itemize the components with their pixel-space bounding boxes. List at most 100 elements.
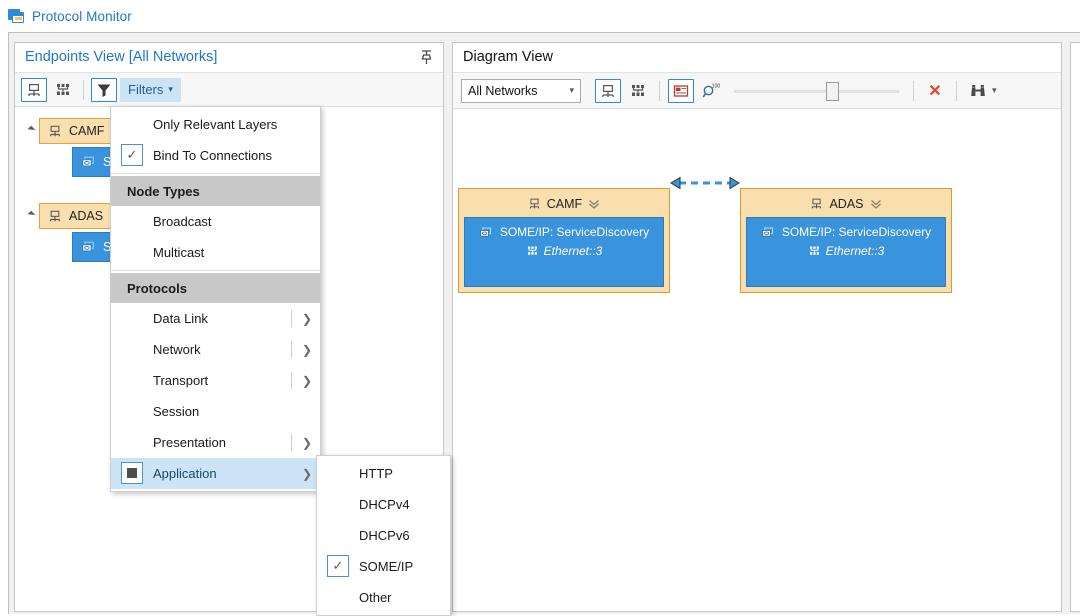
menu-item-application[interactable]: Application ❯ bbox=[111, 458, 320, 489]
filters-menu[interactable]: Only Relevant Layers ✓ Bind To Connectio… bbox=[110, 106, 321, 492]
diagram-node-title: ADAS bbox=[829, 196, 864, 211]
zoom-slider-thumb[interactable] bbox=[826, 81, 839, 101]
diagram-node-interface-row: Ethernet::3 bbox=[526, 244, 602, 258]
chevron-right-icon[interactable]: ❯ bbox=[302, 334, 312, 365]
diagram-toolbar: All Networks ▾ 100 ✕ ▾ bbox=[453, 72, 1061, 109]
application-submenu[interactable]: HTTP DHCPv4 DHCPv6 ✓ SOME/IP Other bbox=[316, 455, 451, 616]
menu-item-label: Bind To Connections bbox=[153, 148, 273, 163]
network-nodes-icon bbox=[57, 83, 69, 95]
network-nodes-icon bbox=[632, 84, 644, 96]
menu-item-label: Multicast bbox=[153, 245, 205, 260]
message-icon bbox=[82, 156, 94, 167]
menu-item-session[interactable]: Session bbox=[111, 396, 320, 427]
diagram-node-body: SOME/IP: ServiceDiscovery Ethernet::3 bbox=[464, 217, 664, 287]
partial-check-icon[interactable] bbox=[121, 462, 143, 484]
toolbar-separator bbox=[659, 80, 660, 101]
diagram-node-title: CAMF bbox=[546, 196, 583, 211]
menu-item-label: Only Relevant Layers bbox=[153, 117, 278, 132]
endpoint-node-button[interactable] bbox=[595, 78, 621, 103]
triangle-down-icon[interactable] bbox=[23, 118, 39, 144]
checkmark-icon[interactable]: ✓ bbox=[121, 144, 143, 166]
menu-item-only-relevant-layers[interactable]: Only Relevant Layers bbox=[111, 109, 320, 140]
diagram-node-camf[interactable]: CAMF SOME/IP: ServiceDiscovery Ethernet:… bbox=[458, 188, 670, 293]
diagram-node-adas[interactable]: ADAS SOME/IP: ServiceDiscovery Ethernet:… bbox=[740, 188, 952, 293]
submenu-item-http[interactable]: HTTP bbox=[317, 458, 450, 489]
chevron-right-icon[interactable]: ❯ bbox=[302, 365, 312, 396]
menu-item-label: Presentation bbox=[153, 435, 226, 450]
menu-item-presentation[interactable]: Presentation ❯ bbox=[111, 427, 320, 458]
network-nodes-icon bbox=[527, 246, 537, 255]
toolbar-separator bbox=[83, 79, 84, 100]
menu-item-label: DHCPv4 bbox=[359, 497, 410, 512]
zoom-slider-track bbox=[734, 89, 899, 93]
menu-section-node-types: Node Types bbox=[111, 176, 320, 206]
submenu-item-other[interactable]: Other bbox=[317, 582, 450, 613]
submenu-item-someip[interactable]: ✓ SOME/IP bbox=[317, 551, 450, 582]
menu-item-multicast[interactable]: Multicast bbox=[111, 237, 320, 268]
menu-item-network[interactable]: Network ❯ bbox=[111, 334, 320, 365]
endpoints-panel-title: Endpoints View [All Networks] bbox=[25, 49, 218, 65]
network-select-value: All Networks bbox=[468, 83, 538, 98]
funnel-icon bbox=[97, 84, 111, 97]
diagram-panel-title: Diagram View bbox=[463, 49, 553, 65]
menu-item-label: DHCPv6 bbox=[359, 528, 410, 543]
network-select[interactable]: All Networks ▾ bbox=[461, 78, 581, 103]
menu-item-data-link[interactable]: Data Link ❯ bbox=[111, 303, 320, 334]
double-chevron-down-icon bbox=[870, 199, 881, 209]
network-nodes-button[interactable] bbox=[625, 79, 651, 103]
network-nodes-button[interactable] bbox=[50, 78, 76, 102]
pin-icon[interactable] bbox=[420, 50, 433, 65]
message-icon bbox=[762, 227, 773, 237]
diagram-node-header: ADAS bbox=[746, 194, 946, 213]
find-button[interactable]: ▾ bbox=[965, 83, 1001, 99]
menu-item-divider bbox=[291, 372, 292, 389]
diagram-node-header: CAMF bbox=[464, 194, 664, 213]
endpoint-node-icon bbox=[28, 83, 40, 96]
message-icon bbox=[82, 241, 94, 252]
submenu-item-dhcpv4[interactable]: DHCPv4 bbox=[317, 489, 450, 520]
endpoints-panel-header: Endpoints View [All Networks] bbox=[15, 43, 443, 72]
menu-separator bbox=[111, 270, 320, 271]
menu-item-label: Session bbox=[153, 404, 200, 419]
clear-button[interactable]: ✕ bbox=[922, 81, 948, 101]
window-title: Protocol Monitor bbox=[32, 8, 132, 24]
chevron-right-icon[interactable]: ❯ bbox=[302, 427, 312, 458]
zoom-slider[interactable] bbox=[734, 81, 899, 101]
menu-item-divider bbox=[291, 341, 292, 358]
menu-item-divider bbox=[291, 434, 292, 451]
chevron-down-icon: ▾ bbox=[992, 85, 997, 95]
menu-item-label: Data Link bbox=[153, 311, 208, 326]
menu-item-label: Network bbox=[153, 342, 201, 357]
diagram-node-protocol: SOME/IP: ServiceDiscovery bbox=[781, 225, 932, 239]
endpoint-node-button[interactable] bbox=[21, 77, 47, 102]
filters-label: Filters bbox=[128, 82, 164, 97]
triangle-down-icon[interactable] bbox=[23, 203, 39, 229]
menu-item-transport[interactable]: Transport ❯ bbox=[111, 365, 320, 396]
filters-dropdown-button[interactable]: Filters ▾ bbox=[120, 77, 181, 102]
diagram-node-protocol-row: SOME/IP: ServiceDiscovery bbox=[761, 225, 931, 239]
diagram-node-body: SOME/IP: ServiceDiscovery Ethernet::3 bbox=[746, 217, 946, 287]
menu-item-broadcast[interactable]: Broadcast bbox=[111, 206, 320, 237]
filter-button[interactable] bbox=[91, 77, 117, 102]
submenu-item-dhcpv6[interactable]: DHCPv6 bbox=[317, 520, 450, 551]
menu-item-label: SOME/IP bbox=[359, 559, 414, 574]
tree-node-label: ADAS bbox=[69, 209, 104, 223]
menu-item-bind-to-connections[interactable]: ✓ Bind To Connections bbox=[111, 140, 320, 171]
diagram-node-interface-row: Ethernet::3 bbox=[808, 244, 884, 258]
checkmark-icon[interactable]: ✓ bbox=[327, 555, 349, 577]
bidirectional-connector[interactable] bbox=[669, 175, 741, 191]
tree-node-label: CAMF bbox=[69, 124, 105, 138]
diagram-canvas[interactable]: CAMF SOME/IP: ServiceDiscovery Ethernet:… bbox=[453, 111, 1061, 611]
menu-section-protocols: Protocols bbox=[111, 273, 320, 303]
show-labels-button[interactable] bbox=[668, 78, 694, 103]
endpoint-node-icon bbox=[812, 198, 822, 209]
window-icon bbox=[8, 8, 25, 24]
chevron-right-icon[interactable]: ❯ bbox=[302, 303, 312, 334]
chevron-right-icon[interactable]: ❯ bbox=[302, 458, 312, 489]
message-icon bbox=[480, 227, 491, 237]
zoom-100-button[interactable]: 100 bbox=[698, 79, 724, 103]
magnifier-100-icon: 100 bbox=[702, 83, 720, 97]
application-window: Protocol Monitor Endpoints View [All Net… bbox=[0, 0, 1080, 616]
menu-item-label: Broadcast bbox=[153, 214, 212, 229]
endpoint-node-icon bbox=[50, 125, 60, 137]
